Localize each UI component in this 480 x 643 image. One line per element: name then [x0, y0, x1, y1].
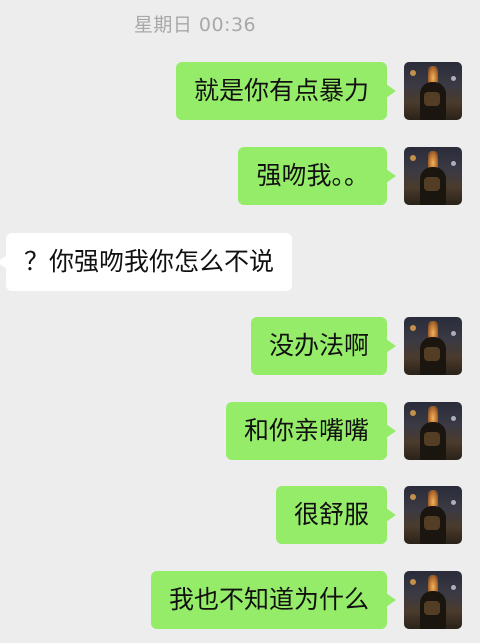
message-row: 很舒服 [0, 486, 480, 548]
message-row: 和你亲嘴嘴 [0, 402, 480, 464]
my-message-bubble[interactable]: 很舒服 [275, 486, 397, 544]
my-message-bubble[interactable]: 我也不知道为什么 [150, 571, 397, 629]
my-message-bubble[interactable]: 没办法啊 [250, 317, 397, 375]
message-row: 我也不知道为什么 [0, 571, 480, 633]
my-avatar[interactable] [404, 571, 462, 629]
message-row: ？你强吻我你怎么不说 [0, 233, 480, 295]
my-message-bubble[interactable]: 强吻我。。 [238, 147, 396, 205]
other-message-bubble[interactable]: ？你强吻我你怎么不说 [0, 233, 293, 291]
message-row: 就是你有点暴力 [0, 62, 480, 124]
my-avatar[interactable] [404, 486, 462, 544]
my-message-bubble[interactable]: 就是你有点暴力 [175, 62, 397, 120]
timestamp: 星期日 00:36 [133, 14, 257, 36]
message-row: 没办法啊 [0, 317, 480, 379]
message-row: 强吻我。。 [0, 147, 480, 209]
my-message-bubble[interactable]: 和你亲嘴嘴 [225, 402, 397, 460]
my-avatar[interactable] [404, 402, 462, 460]
my-avatar[interactable] [404, 147, 462, 205]
my-avatar[interactable] [404, 317, 462, 375]
my-avatar[interactable] [404, 62, 462, 120]
